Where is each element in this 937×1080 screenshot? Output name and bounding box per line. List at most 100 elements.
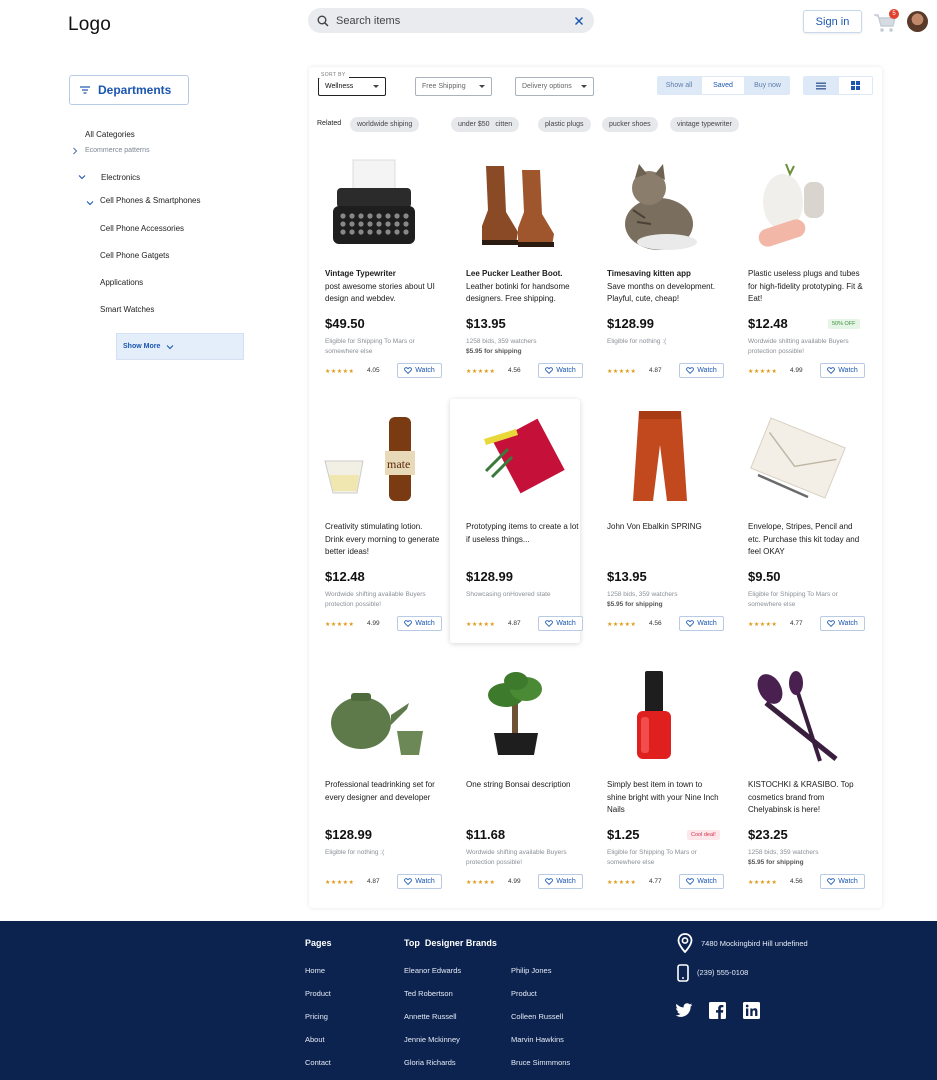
product-title[interactable]: Envelope, Stripes, Pencil and etc. Purch… — [748, 521, 864, 559]
footer-link[interactable]: Product — [511, 989, 537, 998]
product-card[interactable]: Prototyping items to create a lot if use… — [450, 399, 583, 643]
related-chip[interactable]: vintage typewriter — [670, 117, 739, 132]
sidebar-item-cell-phones[interactable]: Cell Phones & Smartphones — [100, 196, 201, 205]
product-card[interactable]: mate Creativity stimulating lotion. Drink… — [309, 399, 442, 643]
sidebar-item-ecommerce[interactable]: Ecommerce patterns — [85, 147, 150, 154]
product-title[interactable]: One string Bonsai description — [466, 779, 582, 792]
product-image[interactable]: mate — [315, 405, 433, 513]
linkedin-icon[interactable] — [743, 1002, 760, 1019]
product-card[interactable]: Vintage Typewriter post awesome stories a… — [309, 146, 442, 390]
product-image[interactable] — [738, 405, 856, 513]
chevron-down-icon[interactable] — [78, 173, 86, 181]
search-input[interactable] — [336, 14, 574, 27]
footer-link[interactable]: Gloria Richards — [404, 1058, 456, 1067]
chevron-down-icon[interactable] — [86, 199, 94, 207]
product-card[interactable]: Envelope, Stripes, Pencil and etc. Purch… — [732, 399, 865, 643]
product-card[interactable]: Professional teadrinking set for every d… — [309, 657, 442, 901]
sidebar-item-all-categories[interactable]: All Categories — [85, 130, 135, 139]
sort-by-select[interactable]: Wellness — [318, 77, 386, 96]
segment-show-all[interactable]: Show all — [657, 76, 701, 95]
heart-icon — [404, 367, 413, 374]
grid-view-button[interactable] — [838, 76, 873, 95]
watch-button[interactable]: Watch — [538, 363, 583, 378]
watch-button[interactable]: Watch — [397, 616, 442, 631]
product-title[interactable]: Simply best item in town to shine bright… — [607, 779, 723, 817]
watch-button[interactable]: Watch — [397, 363, 442, 378]
sidebar-item-smart-watches[interactable]: Smart Watches — [100, 305, 154, 314]
product-image[interactable] — [315, 152, 433, 260]
product-title[interactable]: John Von Ebalkin SPRING — [607, 521, 723, 534]
watch-button[interactable]: Watch — [397, 874, 442, 889]
sidebar-item-applications[interactable]: Applications — [100, 278, 143, 287]
watch-button[interactable]: Watch — [679, 874, 724, 889]
product-image[interactable] — [597, 405, 715, 513]
product-image[interactable] — [597, 663, 715, 771]
sidebar-item-accessories[interactable]: Cell Phone Accessories — [100, 224, 184, 233]
footer-link[interactable]: Colleen Russell — [511, 1012, 563, 1021]
footer-link[interactable]: Pricing — [305, 1012, 328, 1021]
sign-in-button[interactable]: Sign in — [803, 10, 862, 33]
product-image[interactable] — [597, 152, 715, 260]
logo[interactable]: Logo — [68, 14, 111, 36]
related-chip[interactable]: worldwide shiping — [350, 117, 420, 132]
footer-link[interactable]: Home — [305, 966, 325, 975]
watch-button[interactable]: Watch — [820, 874, 865, 889]
product-card[interactable]: Timesaving kitten app Save months on deve… — [591, 146, 724, 390]
shipping-select[interactable]: Free Shipping — [415, 77, 492, 96]
footer-link[interactable]: Marvin Hawkins — [511, 1035, 564, 1044]
product-card[interactable]: John Von Ebalkin SPRING $13.95 1258 bids, … — [591, 399, 724, 643]
product-card[interactable]: One string Bonsai description $11.68 Wordw… — [450, 657, 583, 901]
product-title[interactable]: Vintage Typewriter post awesome stories a… — [325, 268, 441, 306]
footer-link[interactable]: Product — [305, 989, 331, 998]
footer-link[interactable]: Philip Jones — [511, 966, 551, 975]
watch-button[interactable]: Watch — [820, 363, 865, 378]
footer-link[interactable]: Bruce Simmmons — [511, 1058, 570, 1067]
product-image[interactable] — [456, 405, 574, 513]
clear-icon[interactable] — [574, 16, 584, 26]
product-title[interactable]: Plastic useless plugs and tubes for high… — [748, 268, 864, 306]
twitter-icon[interactable] — [675, 1003, 693, 1018]
chevron-right-icon[interactable] — [71, 147, 79, 155]
footer-link[interactable]: Jennie Mckinney — [404, 1035, 460, 1044]
product-title[interactable]: Lee Pucker Leather Boot. Leather botinki … — [466, 268, 582, 306]
user-avatar[interactable] — [907, 11, 928, 32]
sidebar-item-electronics[interactable]: Electronics — [101, 173, 140, 182]
watch-button[interactable]: Watch — [538, 874, 583, 889]
product-card[interactable]: Lee Pucker Leather Boot. Leather botinki … — [450, 146, 583, 390]
search-bar[interactable] — [308, 8, 594, 33]
watch-button[interactable]: Watch — [679, 616, 724, 631]
list-view-button[interactable] — [803, 76, 838, 95]
product-title[interactable]: Professional teadrinking set for every d… — [325, 779, 441, 804]
product-card[interactable]: KISTOCHKI & KRASIBO. Top cosmetics brand… — [732, 657, 865, 901]
product-card[interactable]: Plastic useless plugs and tubes for high… — [732, 146, 865, 390]
departments-button[interactable]: Departments — [69, 75, 189, 105]
product-image[interactable] — [738, 152, 856, 260]
show-more-button[interactable]: Show More — [116, 333, 244, 360]
footer-link[interactable]: Ted Robertson — [404, 989, 453, 998]
related-chip[interactable]: under $50 citten — [451, 117, 520, 132]
product-image[interactable] — [456, 152, 574, 260]
watch-button[interactable]: Watch — [820, 616, 865, 631]
related-chip[interactable]: plastic plugs — [538, 117, 591, 132]
product-image[interactable] — [738, 663, 856, 771]
product-card[interactable]: Simply best item in town to shine bright… — [591, 657, 724, 901]
product-image[interactable] — [456, 663, 574, 771]
product-image[interactable] — [315, 663, 433, 771]
product-title[interactable]: KISTOCHKI & KRASIBO. Top cosmetics brand… — [748, 779, 864, 817]
facebook-icon[interactable] — [709, 1002, 726, 1019]
footer-link[interactable]: Eleanor Edwards — [404, 966, 461, 975]
footer-link[interactable]: Contact — [305, 1058, 331, 1067]
segment-buy-now[interactable]: Buy now — [745, 76, 790, 95]
product-title[interactable]: Creativity stimulating lotion. Drink eve… — [325, 521, 441, 559]
footer-link[interactable]: About — [305, 1035, 325, 1044]
footer-link[interactable]: Annette Russell — [404, 1012, 457, 1021]
product-title[interactable]: Prototyping items to create a lot if use… — [466, 521, 582, 546]
segment-saved[interactable]: Saved — [701, 76, 745, 95]
watch-button[interactable]: Watch — [538, 616, 583, 631]
sidebar-item-gadgets[interactable]: Cell Phone Gatgets — [100, 251, 169, 260]
product-title[interactable]: Timesaving kitten app Save months on deve… — [607, 268, 723, 306]
watch-button[interactable]: Watch — [679, 363, 724, 378]
delivery-select[interactable]: Delivery options — [515, 77, 594, 96]
related-chip[interactable]: pucker shoes — [602, 117, 658, 132]
chevron-down-icon — [166, 344, 174, 349]
